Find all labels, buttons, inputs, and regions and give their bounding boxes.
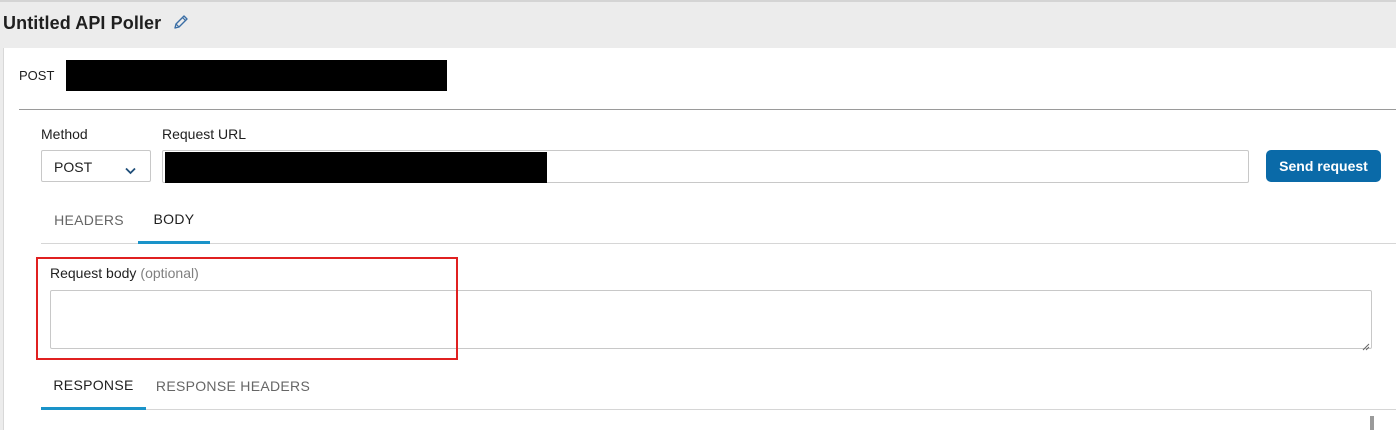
tab-body[interactable]: BODY: [138, 196, 210, 244]
request-url-input[interactable]: [162, 150, 1249, 183]
tab-response-headers[interactable]: RESPONSE HEADERS: [148, 362, 318, 410]
redacted-request-url: [165, 152, 547, 183]
api-poller-page: Untitled API Poller POST Method Request …: [0, 0, 1396, 430]
highlight-annotation-box: [36, 257, 458, 360]
send-request-button[interactable]: Send request: [1266, 150, 1381, 182]
resize-grip-icon[interactable]: [1361, 338, 1370, 351]
response-scrollbar[interactable]: [1370, 416, 1374, 430]
response-tabs: RESPONSE RESPONSE HEADERS: [41, 362, 1396, 410]
poller-card: POST Method Request URL POST Send reques…: [3, 48, 1396, 430]
summary-method: POST: [19, 68, 55, 83]
tab-response[interactable]: RESPONSE: [41, 362, 146, 410]
tab-headers[interactable]: HEADERS: [41, 196, 137, 244]
method-select[interactable]: POST: [41, 150, 151, 182]
page-title: Untitled API Poller: [3, 13, 162, 33]
chevron-down-icon: [125, 162, 136, 175]
redacted-summary-url: [66, 60, 447, 91]
pencil-icon[interactable]: [172, 13, 190, 31]
request-url-label: Request URL: [162, 126, 247, 142]
request-tabs: HEADERS BODY: [41, 196, 1396, 244]
title-bar: Untitled API Poller: [0, 0, 1396, 48]
request-summary: POST: [19, 48, 1396, 110]
method-select-value: POST: [54, 159, 93, 175]
method-label: Method: [41, 126, 88, 142]
